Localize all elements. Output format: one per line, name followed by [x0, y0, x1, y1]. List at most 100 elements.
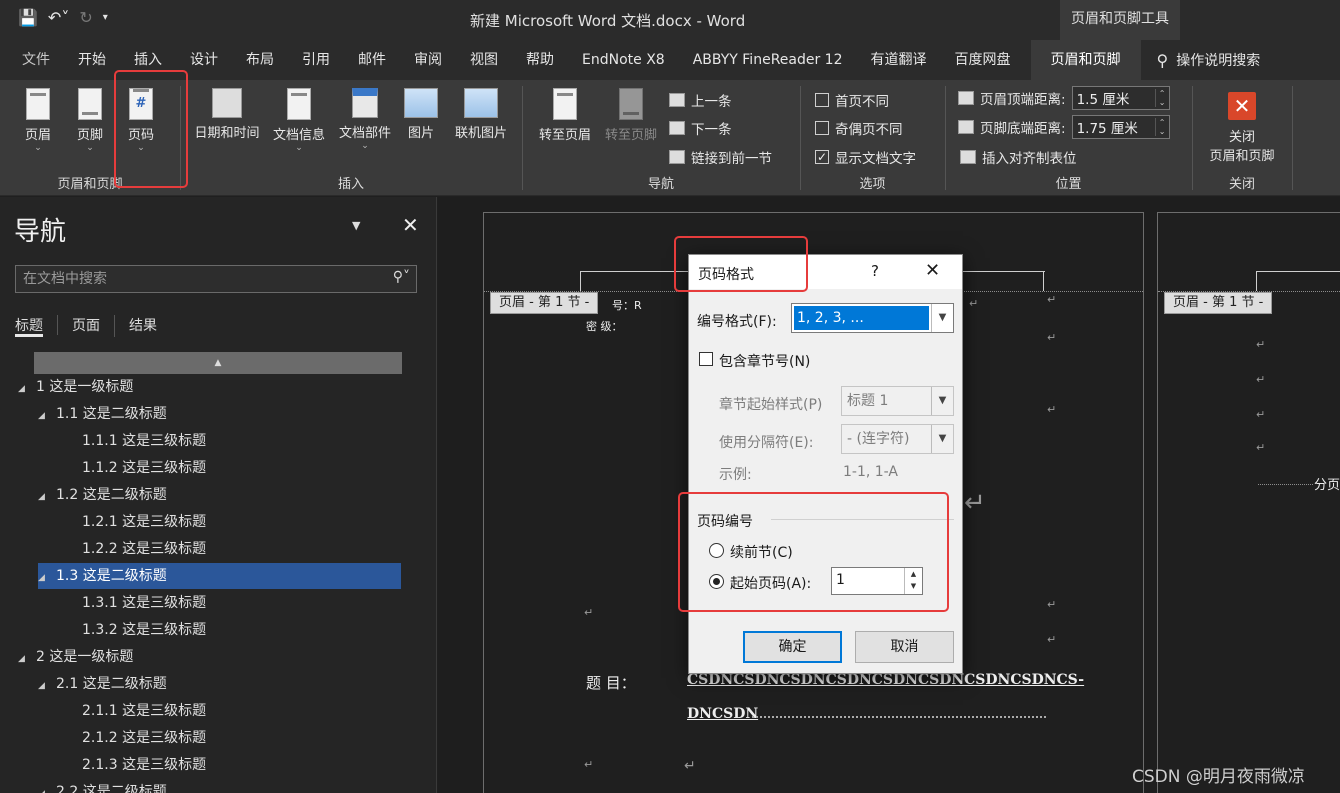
- undo-icon[interactable]: ↶˅: [48, 8, 69, 27]
- header-distance-spinner[interactable]: 1.5 厘米 ⌃ ⌄: [1071, 86, 1170, 110]
- doc-info-button[interactable]: 文档信息 ⌄: [267, 88, 331, 153]
- picture-icon: [404, 88, 438, 118]
- close-icon[interactable]: ✕: [925, 260, 940, 281]
- different-first-page-label: 首页不同: [835, 94, 889, 110]
- expand-triangle-icon[interactable]: ◢: [18, 376, 36, 402]
- picture-button[interactable]: 图片: [401, 88, 441, 141]
- expand-triangle-icon[interactable]: ◢: [38, 484, 56, 510]
- nav-heading-level-3[interactable]: 1.3.2 这是三级标题: [82, 617, 206, 643]
- checkmark-icon: ✓: [815, 150, 829, 164]
- next-button[interactable]: 下一条: [669, 118, 732, 138]
- nav-heading-level-2[interactable]: ◢ 1.1 这是二级标题: [38, 401, 167, 427]
- online-picture-button[interactable]: 联机图片: [449, 88, 513, 141]
- paragraph-mark: ↵: [1047, 633, 1057, 646]
- close-icon[interactable]: ✕: [402, 213, 419, 237]
- nav-tab-results[interactable]: 结果: [129, 315, 171, 337]
- spinner-arrows-icon[interactable]: ⌃ ⌄: [1154, 89, 1169, 107]
- save-icon[interactable]: 💾: [18, 8, 38, 27]
- nav-heading-level-3[interactable]: 1.2.1 这是三级标题: [82, 509, 206, 535]
- expand-triangle-icon[interactable]: ◢: [38, 565, 56, 591]
- tab-endnote[interactable]: EndNote X8: [568, 40, 679, 80]
- tab-abbyy[interactable]: ABBYY FineReader 12: [679, 40, 857, 80]
- link-previous-button[interactable]: 链接到前一节: [669, 147, 772, 167]
- redo-icon[interactable]: ↻: [79, 8, 92, 27]
- tab-file[interactable]: 文件: [0, 40, 64, 80]
- nav-heading-level-2[interactable]: ◢ 1.3 这是二级标题: [38, 563, 401, 589]
- date-time-button[interactable]: 日期和时间: [189, 88, 265, 141]
- checkbox-unchecked: [815, 93, 829, 107]
- nav-options-icon[interactable]: ▼: [352, 219, 360, 232]
- nav-heading-level-1[interactable]: ◢ 1 这是一级标题: [18, 374, 133, 400]
- tab-help[interactable]: 帮助: [512, 40, 568, 80]
- close-header-footer-button[interactable]: ✕ 关闭 页眉和页脚: [1197, 92, 1287, 164]
- tab-review[interactable]: 审阅: [400, 40, 456, 80]
- chapter-style-select[interactable]: 标题 1 ▼: [841, 386, 954, 416]
- page-break-line: [1258, 484, 1313, 485]
- insert-align-tab-button[interactable]: 插入对齐制表位: [960, 147, 1077, 167]
- expand-triangle-icon[interactable]: ◢: [18, 646, 36, 672]
- tell-me-label: 操作说明搜索: [1176, 53, 1261, 69]
- paragraph-mark: ↵: [684, 758, 696, 774]
- search-icon[interactable]: ⚲˅: [393, 269, 410, 285]
- chevron-down-icon[interactable]: ▼: [931, 304, 953, 332]
- tab-baidu[interactable]: 百度网盘: [941, 40, 1025, 80]
- nav-heading-level-2[interactable]: ◢ 1.2 这是二级标题: [38, 482, 167, 508]
- tab-youdao[interactable]: 有道翻译: [857, 40, 941, 80]
- ok-button[interactable]: 确定: [743, 631, 842, 663]
- nav-heading-level-3[interactable]: 2.1.3 这是三级标题: [82, 752, 206, 778]
- header-button[interactable]: 页眉 ⌄: [18, 88, 58, 153]
- search-input[interactable]: [16, 266, 376, 292]
- chevron-down-icon[interactable]: ▼: [931, 387, 953, 415]
- show-doc-text-checkbox[interactable]: ✓ 显示文档文字: [815, 147, 916, 167]
- cancel-button[interactable]: 取消: [855, 631, 954, 663]
- nav-heading-text: 1.2.1 这是三级标题: [82, 514, 207, 530]
- separator-select[interactable]: - (连字符) ▼: [841, 424, 954, 454]
- nav-heading-level-3[interactable]: 1.2.2 这是三级标题: [82, 536, 206, 562]
- footer-distance-spinner[interactable]: 1.75 厘米 ⌃ ⌄: [1071, 115, 1170, 139]
- goto-footer-button[interactable]: 转至页脚: [599, 88, 663, 143]
- nav-heading-level-2[interactable]: ◢2.2 这是二级标题: [38, 779, 167, 793]
- quick-parts-button[interactable]: 文档部件 ⌄: [333, 88, 397, 151]
- expand-triangle-icon[interactable]: ◢: [38, 673, 56, 699]
- previous-button[interactable]: 上一条: [669, 90, 732, 110]
- spinner-arrows-icon[interactable]: ⌃ ⌄: [1154, 118, 1169, 136]
- different-odd-even-checkbox[interactable]: 奇偶页不同: [815, 118, 903, 138]
- scroll-up-bar[interactable]: ▲: [34, 352, 402, 374]
- nav-heading-level-3[interactable]: 2.1.2 这是三级标题: [82, 725, 206, 751]
- expand-triangle-icon[interactable]: ◢: [38, 781, 56, 793]
- doc-info-label: 文档信息: [272, 128, 325, 143]
- nav-heading-level-3[interactable]: 1.3.1 这是三级标题: [82, 590, 206, 616]
- tab-header-footer[interactable]: 页眉和页脚: [1030, 40, 1141, 80]
- tab-layout[interactable]: 布局: [232, 40, 288, 80]
- nav-heading-level-1[interactable]: ◢ 2 这是一级标题: [18, 644, 133, 670]
- group-divider: [1292, 86, 1293, 190]
- number-format-label: 编号格式(F):: [697, 314, 777, 330]
- different-first-page-checkbox[interactable]: 首页不同: [815, 90, 889, 110]
- number-format-select[interactable]: 1, 2, 3, ... ▼: [791, 303, 954, 333]
- nav-heading-level-3[interactable]: 1.1.2 这是三级标题: [82, 455, 206, 481]
- tell-me-search[interactable]: ⚲ 操作说明搜索: [1157, 50, 1261, 70]
- nav-heading-text: 1.1.1 这是三级标题: [82, 433, 207, 449]
- goto-header-button[interactable]: 转至页眉: [533, 88, 597, 143]
- nav-heading-level-3[interactable]: 1.1.1 这是三级标题: [82, 428, 206, 454]
- tab-mailings[interactable]: 邮件: [344, 40, 400, 80]
- chevron-down-icon[interactable]: ▼: [931, 425, 953, 453]
- expand-triangle-icon[interactable]: ◢: [38, 403, 56, 429]
- tab-references[interactable]: 引用: [288, 40, 344, 80]
- tab-home[interactable]: 开始: [64, 40, 120, 80]
- nav-heading-level-2[interactable]: ◢ 2.1 这是二级标题: [38, 671, 167, 697]
- nav-search[interactable]: ⚲˅: [15, 265, 417, 293]
- tab-view[interactable]: 视图: [456, 40, 512, 80]
- nav-heading-level-3[interactable]: 2.1.1 这是三级标题: [82, 698, 206, 724]
- nav-tab-pages[interactable]: 页面: [72, 315, 115, 337]
- help-button[interactable]: ?: [871, 262, 879, 280]
- footer-button[interactable]: 页脚 ⌄: [70, 88, 110, 153]
- header-section-tag-right[interactable]: 页眉 - 第 1 节 -: [1164, 292, 1273, 314]
- header-section-tag[interactable]: 页眉 - 第 1 节 -: [490, 292, 599, 314]
- include-chapter-checkbox[interactable]: [699, 352, 713, 366]
- group-options: 首页不同 奇偶页不同 ✓ 显示文档文字 选项: [801, 80, 944, 196]
- next-icon: [669, 121, 685, 135]
- chevron-down-icon: ⌄: [295, 143, 303, 153]
- nav-tab-headings[interactable]: 标题: [15, 315, 43, 337]
- customize-qat-icon[interactable]: ▾: [103, 12, 108, 23]
